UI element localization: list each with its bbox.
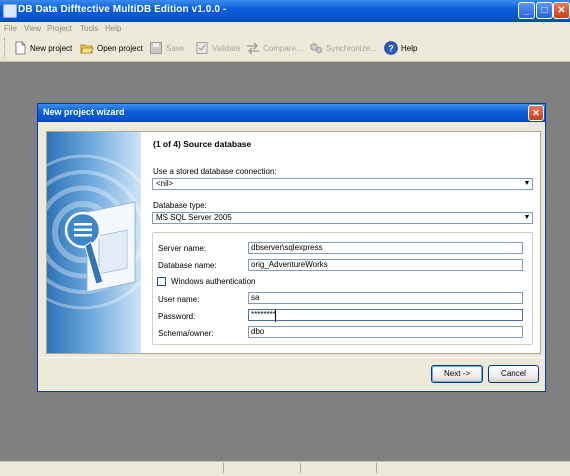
window-title: DB Data Difftective MultiDB Edition v1.0… — [18, 4, 227, 15]
open-project-button[interactable]: Open project — [80, 38, 143, 58]
windows-auth-label: Windows authentication — [171, 277, 256, 286]
stored-connection-label: Use a stored database connection: — [153, 167, 277, 176]
compare-button[interactable]: Compare... — [246, 38, 303, 58]
synchronize-gears-icon — [310, 43, 323, 54]
app-icon — [3, 4, 17, 18]
database-logo-icon — [47, 154, 141, 310]
user-name-label: User name: — [158, 295, 200, 304]
menu-tools[interactable]: Tools — [80, 22, 99, 35]
wizard-banner — [47, 132, 141, 353]
dialog-close-button[interactable]: ✕ — [528, 105, 544, 121]
wizard-step-title: (1 of 4) Source database — [153, 139, 252, 149]
text-cursor — [275, 310, 276, 322]
toolbar-grip[interactable] — [4, 38, 8, 58]
help-circle-icon: ? — [384, 41, 398, 55]
schema-owner-label: Schema/owner: — [158, 329, 214, 338]
compare-arrows-icon — [247, 42, 259, 55]
next-button[interactable]: Next -> — [431, 365, 483, 383]
status-bar — [0, 461, 570, 476]
open-folder-icon — [80, 44, 94, 54]
menu-project[interactable]: Project — [47, 22, 72, 35]
new-project-button[interactable]: New project — [13, 38, 72, 58]
open-project-label: Open project — [97, 43, 143, 53]
new-project-label: New project — [30, 43, 73, 53]
help-button[interactable]: ? Help — [384, 38, 417, 58]
validate-checklist-icon — [196, 42, 208, 54]
password-label: Password: — [158, 312, 196, 321]
save-disk-icon — [150, 42, 162, 54]
stored-connection-value: <nil> — [156, 179, 174, 188]
validate-button[interactable]: Validate — [195, 38, 240, 58]
chevron-down-icon[interactable]: ▼ — [522, 213, 532, 223]
synchronize-label: Synchronize... — [326, 43, 377, 53]
database-name-field[interactable]: orig_AdventureWorks — [248, 259, 523, 271]
chevron-down-icon[interactable]: ▼ — [522, 179, 532, 189]
help-label: Help — [401, 43, 418, 53]
cancel-button[interactable]: Cancel — [488, 365, 539, 383]
server-name-label: Server name: — [158, 244, 207, 253]
database-name-label: Database name: — [158, 261, 217, 270]
database-type-value: MS SQL Server 2005 — [156, 213, 232, 222]
stored-connection-select[interactable]: <nil> ▼ — [152, 178, 533, 190]
status-separator — [223, 463, 224, 473]
database-type-label: Database type: — [153, 201, 207, 210]
save-label: Save — [166, 43, 185, 53]
password-field[interactable]: ******** — [248, 309, 523, 321]
dialog-title: New project wizard — [43, 107, 125, 117]
database-type-select[interactable]: MS SQL Server 2005 ▼ — [152, 212, 533, 224]
new-document-icon — [15, 41, 26, 55]
compare-label: Compare... — [263, 43, 303, 53]
server-name-field[interactable]: dbserver\sqlexpress — [248, 242, 523, 254]
status-separator — [376, 463, 377, 473]
windows-auth-checkbox[interactable] — [157, 277, 166, 286]
close-button[interactable]: ✕ — [553, 2, 570, 19]
maximize-button[interactable]: □ — [536, 2, 553, 19]
menu-view[interactable]: View — [24, 22, 41, 35]
save-button[interactable]: Save — [149, 38, 184, 58]
user-name-field[interactable]: sa — [248, 292, 523, 304]
dialog-divider — [38, 357, 545, 358]
synchronize-button[interactable]: Synchronize... — [309, 38, 377, 58]
minimize-button[interactable]: _ — [518, 2, 535, 19]
validate-label: Validate — [212, 43, 241, 53]
menu-help[interactable]: Help — [105, 22, 121, 35]
svg-text:?: ? — [388, 44, 394, 54]
schema-owner-field[interactable]: dbo — [248, 326, 523, 338]
status-separator — [300, 463, 301, 473]
menu-file[interactable]: File — [4, 22, 17, 35]
